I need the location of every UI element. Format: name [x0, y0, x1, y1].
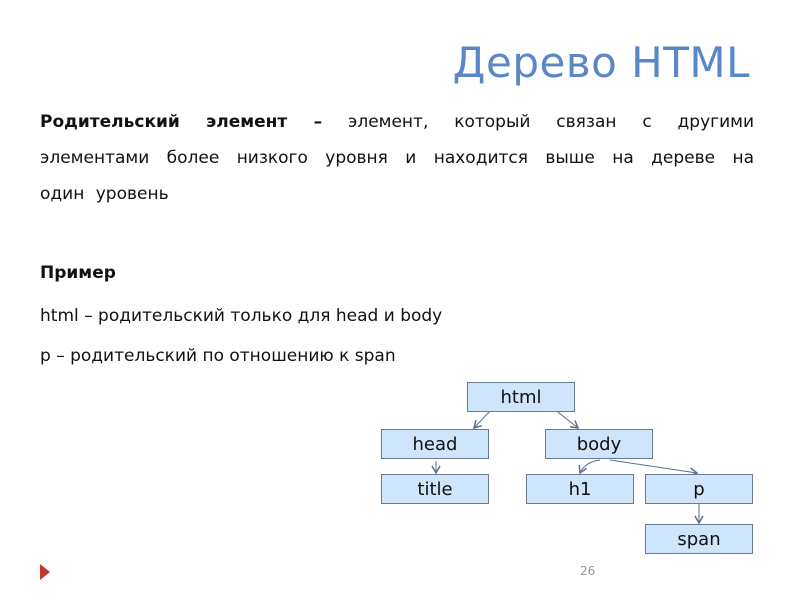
- tree-node-p: p: [645, 474, 753, 504]
- tree-node-title: title: [381, 474, 489, 504]
- tree-node-head: head: [381, 429, 489, 459]
- definition-paragraph: Родительский элемент – элемент, который …: [40, 104, 754, 212]
- slide-title: Дерево HTML: [452, 38, 750, 87]
- tree-node-html: html: [467, 382, 575, 412]
- next-slide-arrow-icon[interactable]: [40, 564, 50, 580]
- tree-node-span: span: [645, 524, 753, 554]
- edge-body-p: [609, 459, 699, 477]
- edge-body-h1: [578, 459, 601, 475]
- tree-node-body: body: [545, 429, 653, 459]
- example-line: html – родительский только для head и bo…: [40, 306, 443, 326]
- tree-node-h1: h1: [526, 474, 634, 504]
- tree-edges: [431, 408, 704, 525]
- definition-term: Родительский элемент –: [40, 112, 323, 132]
- page-number: 26: [580, 564, 596, 578]
- example-heading: Пример: [40, 263, 116, 283]
- example-line: p – родительский по отношению к span: [40, 346, 396, 366]
